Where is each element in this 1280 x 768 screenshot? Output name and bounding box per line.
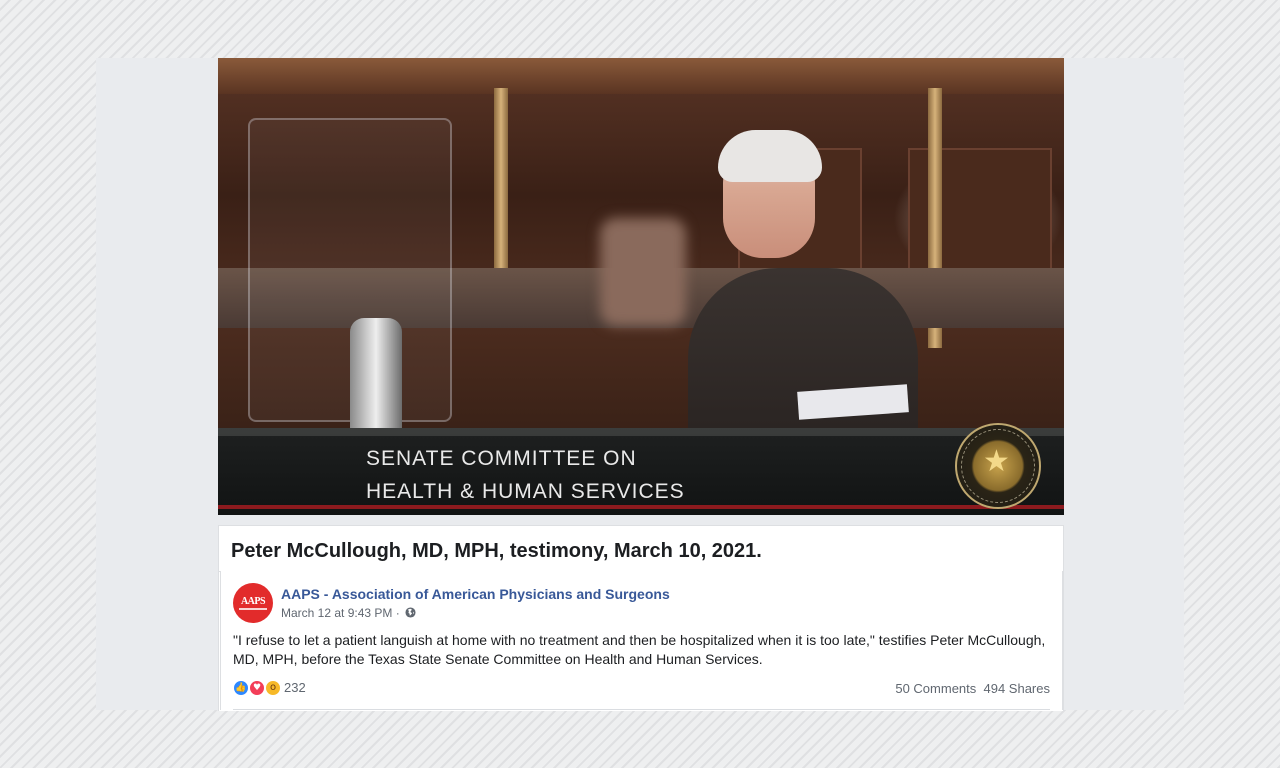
avatar-underline bbox=[239, 608, 267, 610]
meta-separator: · bbox=[392, 606, 404, 620]
texas-senate-seal: ★ bbox=[955, 423, 1041, 509]
video-blurred-region bbox=[600, 218, 686, 326]
embedded-post: AAPS AAPS - Association of American Phys… bbox=[220, 571, 1063, 710]
post-body: "I refuse to let a patient languish at h… bbox=[233, 632, 1046, 667]
page-name-link[interactable]: AAPS - Association of American Physician… bbox=[281, 586, 670, 602]
wow-face-icon: o bbox=[269, 681, 277, 693]
reactions-summary[interactable]: 👍 ♥ o 232 bbox=[233, 679, 306, 696]
post-stats: 50 Comments 494 Shares bbox=[895, 681, 1050, 696]
thumbs-up-icon: 👍 bbox=[235, 682, 247, 693]
caption-line-1: SENATE COMMITTEE ON bbox=[366, 447, 637, 470]
post-meta: March 12 at 9:43 PM · bbox=[281, 606, 416, 620]
shares-count-link[interactable]: 494 Shares bbox=[984, 681, 1051, 696]
page-title: Peter McCullough, MD, MPH, testimony, Ma… bbox=[231, 540, 762, 562]
post-timestamp[interactable]: March 12 at 9:43 PM bbox=[281, 606, 392, 620]
caption-line-2: HEALTH & HUMAN SERVICES bbox=[366, 480, 685, 503]
video-brass-column bbox=[494, 88, 508, 288]
love-icon: ♥ bbox=[249, 679, 265, 696]
video-lower-third: SENATE COMMITTEE ON HEALTH & HUMAN SERVI… bbox=[218, 436, 1064, 515]
like-icon: 👍 bbox=[233, 679, 249, 696]
heart-icon: ♥ bbox=[252, 682, 262, 693]
video-carafe bbox=[350, 318, 402, 438]
star-icon: ★ bbox=[983, 445, 1010, 478]
avatar[interactable]: AAPS bbox=[233, 583, 273, 623]
reaction-count: 232 bbox=[284, 680, 306, 696]
video-speaker-hair bbox=[718, 130, 822, 182]
avatar-logo-text: AAPS bbox=[240, 596, 266, 607]
globe-icon bbox=[405, 607, 416, 618]
divider bbox=[233, 709, 1050, 710]
comments-count-link[interactable]: 50 Comments bbox=[895, 681, 976, 696]
wow-icon: o bbox=[265, 679, 281, 696]
video-frame[interactable]: SENATE COMMITTEE ON HEALTH & HUMAN SERVI… bbox=[218, 58, 1064, 515]
